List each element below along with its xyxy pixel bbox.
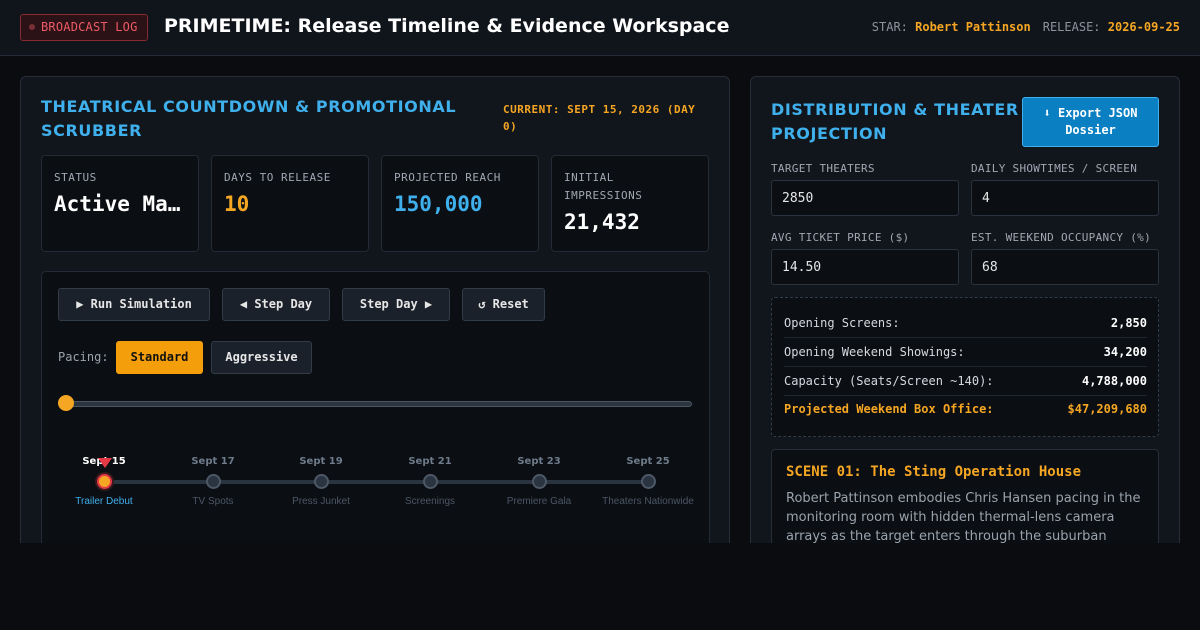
day-scrubber-thumb[interactable] [58, 395, 74, 411]
milestone-label: Theaters Nationwide [602, 496, 694, 507]
distribution-panel: DISTRIBUTION & THEATER PROJECTION ⬇ Expo… [750, 76, 1180, 589]
stat-label: DAYS TO RELEASE [224, 171, 331, 184]
stat-card-status: STATUS Active Manhunt [41, 155, 199, 252]
release-label: RELEASE: [1042, 20, 1101, 34]
summary-value: 34,200 [1103, 345, 1147, 359]
stat-label: STATUS [54, 171, 97, 184]
broadcast-log-badge: BROADCAST LOG [20, 14, 148, 41]
day-scrubber-track[interactable] [64, 401, 692, 407]
stat-value: 21,432 [564, 210, 640, 234]
run-simulation-button[interactable]: ▶ Run Simulation [58, 288, 210, 321]
summary-key: Opening Screens: [784, 316, 900, 330]
summary-key: Projected Weekend Box Office: [784, 402, 994, 416]
summary-value: $47,209,680 [1067, 402, 1147, 416]
milestone-date: Sept 19 [299, 456, 343, 467]
summary-row: Capacity (Seats/Screen ~140): 4,788,000 [784, 367, 1147, 396]
release-value: 2026-09-25 [1107, 20, 1180, 34]
milestone-label: Screenings [404, 496, 456, 507]
milestone-node [423, 474, 438, 489]
record-dot-icon [29, 24, 35, 30]
timeline-line [104, 480, 649, 484]
scene-title: SCENE 01: The Sting Operation House [786, 464, 1082, 480]
summary-key: Opening Weekend Showings: [784, 345, 965, 359]
milestone-label: Trailer Debut [75, 496, 133, 507]
ticket-price-label: AVG TICKET PRICE ($) [771, 231, 910, 244]
target-theaters-label: TARGET THEATERS [771, 162, 875, 175]
current-day-marker-icon [98, 458, 112, 468]
summary-row-box-office: Projected Weekend Box Office: $47,209,680 [784, 395, 1147, 424]
milestone-node [97, 474, 112, 489]
summary-row: Opening Weekend Showings: 34,200 [784, 338, 1147, 367]
simulation-box: ▶ Run Simulation ◀ Step Day Step Day ▶ ↺… [41, 271, 710, 561]
countdown-panel: THEATRICAL COUNTDOWN & PROMOTIONAL SCRUB… [20, 76, 730, 561]
milestone-date: Sept 23 [517, 456, 561, 467]
summary-row: Opening Screens: 2,850 [784, 309, 1147, 338]
badge-label: BROADCAST LOG [41, 20, 138, 34]
occupancy-label: EST. WEEKEND OCCUPANCY (%) [971, 231, 1151, 244]
milestone-node [314, 474, 329, 489]
milestone-date: Sept 21 [408, 456, 452, 467]
daily-showtimes-label: DAILY SHOWTIMES / SCREEN [971, 162, 1138, 175]
stat-card-days-to-release: DAYS TO RELEASE 10 [211, 155, 369, 252]
viewport-bottom [0, 543, 1200, 630]
milestone-date: Sept 25 [626, 456, 670, 467]
app-title: PRIMETIME: Release Timeline & Evidence W… [164, 15, 730, 37]
star-value: Robert Pattinson [915, 20, 1031, 34]
stat-label: INITIAL IMPRESSIONS [564, 171, 643, 202]
stat-value: Active Manhunt [54, 192, 188, 216]
stat-card-projected-reach: PROJECTED REACH 150,000 [381, 155, 539, 252]
step-back-button[interactable]: ◀ Step Day [222, 288, 330, 321]
milestone-label: TV Spots [192, 496, 234, 507]
stat-value: 10 [224, 192, 250, 216]
milestone-label: Press Junket [292, 496, 350, 507]
ticket-price-input[interactable] [771, 249, 959, 285]
scene-description: Robert Pattinson embodies Chris Hansen p… [786, 491, 1141, 544]
summary-key: Capacity (Seats/Screen ~140): [784, 374, 994, 388]
milestone-node [641, 474, 656, 489]
stat-label: PROJECTED REACH [394, 171, 501, 184]
summary-value: 4,788,000 [1081, 374, 1147, 388]
milestone-node [206, 474, 221, 489]
step-forward-button[interactable]: Step Day ▶ [342, 288, 450, 321]
daily-showtimes-input[interactable] [971, 180, 1159, 216]
target-theaters-input[interactable] [771, 180, 959, 216]
current-date: CURRENT: SEPT 15, 2026 (DAY 0) [503, 103, 696, 133]
pacing-label: Pacing: [58, 350, 109, 364]
pacing-aggressive-button[interactable]: Aggressive [211, 341, 312, 374]
pacing-standard-button[interactable]: Standard [116, 341, 203, 374]
release-meta: STAR: Robert Pattinson RELEASE: 2026-09-2… [872, 20, 1180, 34]
distribution-title: DISTRIBUTION & THEATER PROJECTION [771, 100, 1019, 143]
star-label: STAR: [871, 20, 908, 34]
milestone-label: Premiere Gala [506, 496, 572, 507]
stat-card-initial-impressions: INITIAL IMPRESSIONS 21,432 [551, 155, 709, 252]
reset-button[interactable]: ↺ Reset [462, 288, 545, 321]
projection-summary: Opening Screens: 2,850 Opening Weekend Sh… [771, 297, 1159, 437]
export-json-button[interactable]: ⬇ Export JSON Dossier [1022, 97, 1159, 147]
summary-value: 2,850 [1110, 316, 1147, 330]
app-header: BROADCAST LOG PRIMETIME: Release Timelin… [0, 0, 1200, 56]
stat-value: 150,000 [394, 192, 483, 216]
occupancy-input[interactable] [971, 249, 1159, 285]
milestone-node [532, 474, 547, 489]
milestone-date: Sept 17 [191, 456, 235, 467]
countdown-title: THEATRICAL COUNTDOWN & PROMOTIONAL SCRUB… [41, 97, 457, 140]
